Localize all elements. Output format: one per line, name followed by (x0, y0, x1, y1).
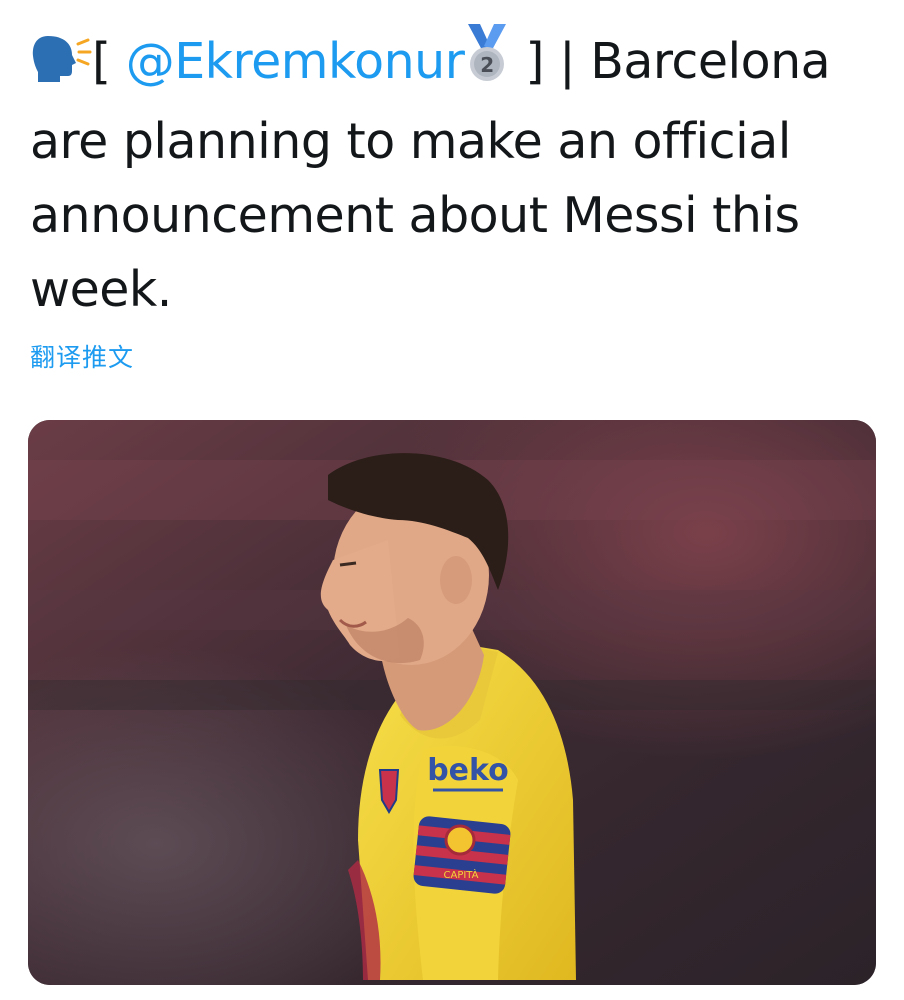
tweet-text: [ @Ekremkonur 2 ] | Barcelona are planni… (30, 22, 870, 327)
translate-tweet-link[interactable]: 翻译推文 (30, 338, 134, 374)
mention-link[interactable]: @Ekremkonur (126, 33, 465, 90)
armband-text: CAPITÀ (444, 868, 479, 881)
medal-number: 2 (481, 53, 494, 77)
open-bracket: [ (92, 33, 111, 90)
sponsor-logo: beko (427, 753, 509, 788)
second-place-medal-icon: 2 (464, 22, 510, 105)
speaking-head-icon (30, 31, 92, 105)
tweet-media-image[interactable]: CAPITÀ beko (28, 420, 876, 985)
